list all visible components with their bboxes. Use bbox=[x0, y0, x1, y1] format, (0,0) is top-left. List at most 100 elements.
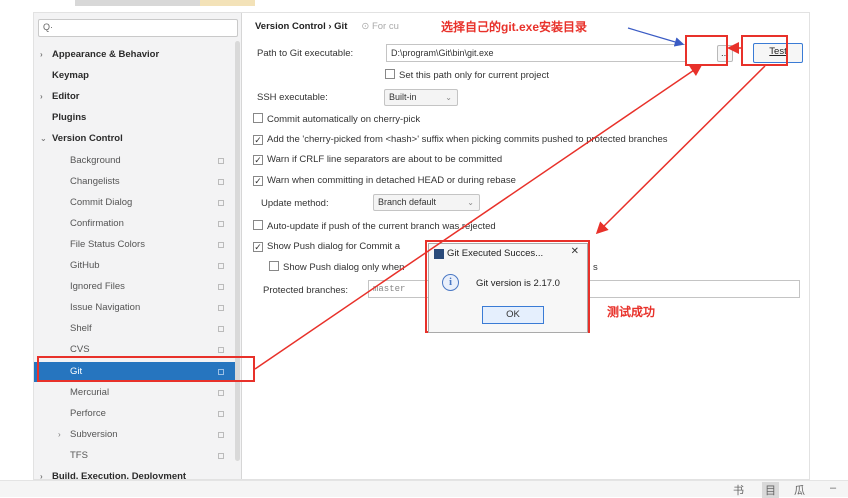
update-method-dropdown[interactable]: Branch default ⌄ bbox=[373, 194, 480, 211]
sidebar-item-label: Appearance & Behavior bbox=[52, 49, 160, 60]
read-mode-icon[interactable]: 书 bbox=[733, 482, 744, 498]
settings-sidebar: Q· › Appearance & Behavior Keymap › Editor Pl… bbox=[34, 13, 242, 479]
warn-detached-label: Warn when committing in detached HEAD or… bbox=[267, 175, 516, 186]
project-scope-icon bbox=[218, 263, 224, 269]
commit-cherry-label: Commit automatically on cherry-pick bbox=[267, 114, 421, 125]
project-scope-icon bbox=[218, 241, 224, 248]
chevron-right-icon[interactable]: › bbox=[40, 87, 52, 107]
sidebar-item-label: Perforce bbox=[70, 407, 106, 419]
sidebar-item-label: Mercurial bbox=[70, 386, 110, 398]
annotation-choose-dir: 选择自己的git.exe安装目录 bbox=[441, 20, 588, 34]
top-strip-highlight bbox=[200, 0, 255, 6]
sidebar-item-perforce[interactable]: Perforce bbox=[34, 404, 235, 424]
breadcrumb-path: Version Control › Git bbox=[255, 21, 348, 32]
protected-branches-label: Protected branches: bbox=[263, 285, 349, 296]
set-path-checkbox[interactable] bbox=[385, 69, 395, 79]
annotation-test-success: 测试成功 bbox=[607, 305, 656, 319]
warn-crlf-checkbox[interactable]: ✓ bbox=[253, 155, 263, 165]
add-suffix-label: Add the 'cherry-picked from <hash>' suff… bbox=[267, 134, 668, 145]
chevron-right-icon[interactable]: › bbox=[40, 467, 52, 479]
chevron-down-icon: ⌄ bbox=[467, 198, 474, 207]
auto-update-checkbox[interactable] bbox=[253, 220, 263, 230]
sidebar-item-ignored-files[interactable]: Ignored Files bbox=[34, 277, 235, 297]
sidebar-item-plugins[interactable]: Plugins bbox=[40, 108, 235, 128]
sidebar-item-label: CVS bbox=[70, 344, 90, 356]
sidebar-item-build-execution-deployment[interactable]: › Build, Execution, Deployment bbox=[40, 467, 235, 479]
show-push-only-tail: s bbox=[593, 262, 598, 273]
sidebar-item-label: Subversion bbox=[70, 428, 118, 440]
git-success-dialog: Git Executed Succes... ✕ i Git version i… bbox=[428, 243, 588, 333]
ok-button[interactable]: OK bbox=[482, 306, 544, 324]
sidebar-item-file-status-colors[interactable]: File Status Colors bbox=[34, 235, 235, 255]
show-push-only-row[interactable]: Show Push dialog only when bbox=[269, 261, 404, 275]
show-push-checkbox[interactable]: ✓ bbox=[253, 242, 263, 252]
project-scope-icon bbox=[218, 452, 224, 459]
sidebar-item-label: File Status Colors bbox=[70, 238, 145, 250]
sidebar-item-confirmation[interactable]: Confirmation bbox=[34, 214, 235, 234]
chevron-right-icon[interactable]: › bbox=[58, 425, 70, 445]
highlight-test-button bbox=[741, 35, 788, 66]
highlight-git-item bbox=[37, 356, 255, 382]
sidebar-item-label: Shelf bbox=[70, 323, 92, 335]
set-path-checkbox-row[interactable]: Set this path only for current project bbox=[385, 69, 549, 83]
sidebar-item-commit-dialog[interactable]: Commit Dialog bbox=[34, 193, 235, 213]
git-path-input[interactable]: D:\program\Git\bin\git.exe bbox=[386, 44, 686, 62]
dialog-title: Git Executed Succes... bbox=[447, 248, 544, 259]
show-push-row[interactable]: ✓ Show Push dialog for Commit a bbox=[253, 240, 400, 254]
sidebar-item-label: Confirmation bbox=[70, 217, 124, 229]
ssh-value: Built-in bbox=[389, 92, 417, 102]
project-scope-icon bbox=[218, 199, 224, 206]
project-scope-icon bbox=[218, 347, 224, 354]
path-label: Path to Git executable: bbox=[257, 48, 354, 59]
show-push-only-checkbox[interactable] bbox=[269, 261, 279, 271]
sidebar-item-label: Keymap bbox=[52, 70, 89, 82]
project-scope-icon bbox=[218, 157, 224, 164]
sidebar-item-issue-navigation[interactable]: Issue Navigation bbox=[34, 298, 235, 318]
sidebar-item-label: Version Control bbox=[52, 133, 123, 145]
settings-window: Q· › Appearance & Behavior Keymap › Editor Pl… bbox=[33, 12, 810, 480]
status-bar: 书 目 瓜 – bbox=[0, 480, 848, 498]
sidebar-item-keymap[interactable]: Keymap bbox=[40, 66, 235, 86]
sidebar-item-tfs[interactable]: TFS bbox=[34, 446, 235, 466]
warn-crlf-row[interactable]: ✓ Warn if CRLF line separators are about … bbox=[253, 153, 502, 167]
sidebar-item-background[interactable]: Background bbox=[34, 151, 235, 171]
web-view-icon[interactable]: 瓜 bbox=[794, 482, 805, 498]
sidebar-item-label: Editor bbox=[52, 91, 80, 103]
close-icon[interactable]: ✕ bbox=[571, 246, 579, 257]
sidebar-item-label: Background bbox=[70, 154, 121, 166]
add-suffix-checkbox[interactable]: ✓ bbox=[253, 135, 263, 145]
sidebar-item-appearance-behavior[interactable]: › Appearance & Behavior bbox=[40, 45, 235, 65]
warn-detached-row[interactable]: ✓ Warn when committing in detached HEAD o… bbox=[253, 174, 516, 188]
project-scope-icon bbox=[218, 431, 224, 438]
commit-cherry-row[interactable]: Commit automatically on cherry-pick bbox=[253, 113, 420, 127]
info-icon: i bbox=[442, 274, 459, 291]
sidebar-item-editor[interactable]: › Editor bbox=[40, 87, 235, 107]
app-icon bbox=[434, 249, 444, 259]
update-method-label: Update method: bbox=[261, 198, 329, 209]
sidebar-item-label: Ignored Files bbox=[70, 281, 125, 293]
sidebar-item-mercurial[interactable]: Mercurial bbox=[34, 383, 235, 403]
warn-detached-checkbox[interactable]: ✓ bbox=[253, 176, 263, 186]
commit-cherry-checkbox[interactable] bbox=[253, 113, 263, 123]
ssh-dropdown[interactable]: Built-in ⌄ bbox=[384, 89, 458, 106]
breadcrumb: Version Control › Git ⊙ For cu bbox=[255, 21, 399, 32]
sidebar-item-changelists[interactable]: Changelists bbox=[34, 172, 235, 192]
zoom-out-icon[interactable]: – bbox=[830, 482, 836, 494]
sidebar-item-label: Issue Navigation bbox=[70, 302, 141, 314]
project-scope-icon bbox=[218, 410, 224, 417]
sidebar-item-subversion[interactable]: › Subversion bbox=[34, 425, 235, 445]
sidebar-scrollbar[interactable] bbox=[235, 41, 240, 461]
project-scope-icon bbox=[218, 326, 224, 333]
sidebar-item-version-control[interactable]: ⌄ Version Control bbox=[40, 129, 235, 149]
search-icon: Q· bbox=[43, 22, 53, 32]
chevron-right-icon[interactable]: › bbox=[40, 45, 52, 65]
sidebar-item-label: TFS bbox=[70, 449, 88, 461]
sidebar-item-shelf[interactable]: Shelf bbox=[34, 319, 235, 339]
chevron-down-icon[interactable]: ⌄ bbox=[40, 129, 52, 149]
breadcrumb-scope: ⊙ For cu bbox=[361, 21, 399, 32]
add-suffix-row[interactable]: ✓ Add the 'cherry-picked from <hash>' suf… bbox=[253, 133, 668, 147]
settings-search-input[interactable]: Q· bbox=[38, 19, 238, 37]
sidebar-item-github[interactable]: GitHub bbox=[34, 256, 235, 276]
page-view-icon[interactable]: 目 bbox=[762, 482, 779, 498]
auto-update-row[interactable]: Auto-update if push of the current branc… bbox=[253, 220, 496, 234]
